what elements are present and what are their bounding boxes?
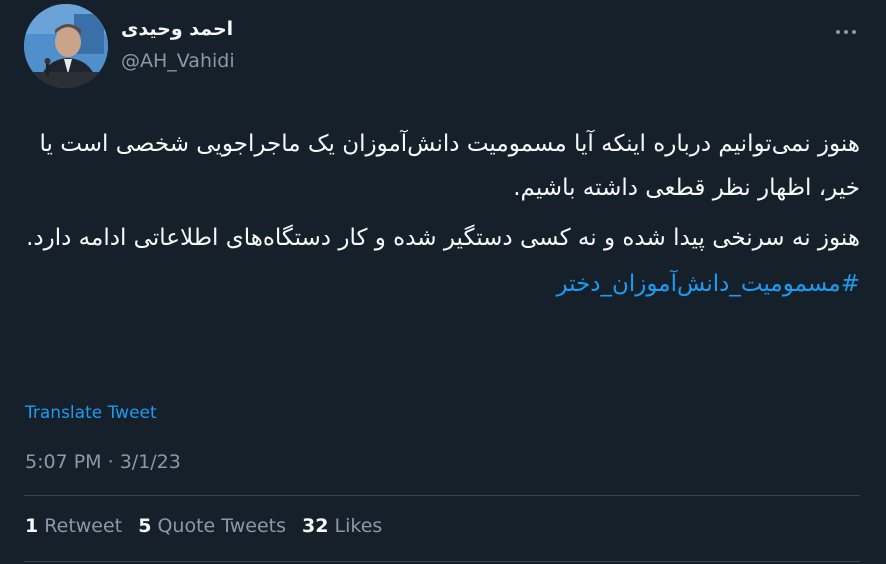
author-handle[interactable]: @AH_Vahidi: [121, 50, 235, 72]
quote-tweets-stat[interactable]: 5 Quote Tweets: [138, 515, 286, 537]
timestamp: 5:07 PM · 3/1/23: [25, 451, 181, 473]
tweet-time[interactable]: 5:07 PM: [25, 451, 102, 473]
avatar[interactable]: [24, 4, 108, 88]
tweet-text: هنوز نمی‌توانیم درباره اینکه آیا مسمومیت…: [20, 122, 860, 306]
divider: [24, 495, 860, 496]
tweet-paragraph-2: هنوز نه سرنخی پیدا شده و نه کسی دستگیر ش…: [26, 225, 860, 251]
author-name[interactable]: احمد وحیدی: [121, 18, 233, 40]
retweets-stat[interactable]: 1 Retweet: [25, 515, 122, 537]
more-horizontal-icon[interactable]: [834, 20, 858, 44]
divider: [24, 561, 860, 562]
timestamp-separator: ·: [107, 451, 114, 473]
tweet-stats: 1 Retweet 5 Quote Tweets 32 Likes: [25, 515, 392, 537]
translate-tweet-link[interactable]: Translate Tweet: [25, 403, 157, 423]
tweet-paragraph-1: هنوز نمی‌توانیم درباره اینکه آیا مسمومیت…: [39, 131, 860, 201]
hashtag-link[interactable]: #مسمومیت_دانش‌آموزان_دختر: [20, 262, 860, 306]
likes-stat[interactable]: 32 Likes: [302, 515, 382, 537]
avatar-image: [24, 4, 108, 88]
tweet-date[interactable]: 3/1/23: [120, 451, 181, 473]
